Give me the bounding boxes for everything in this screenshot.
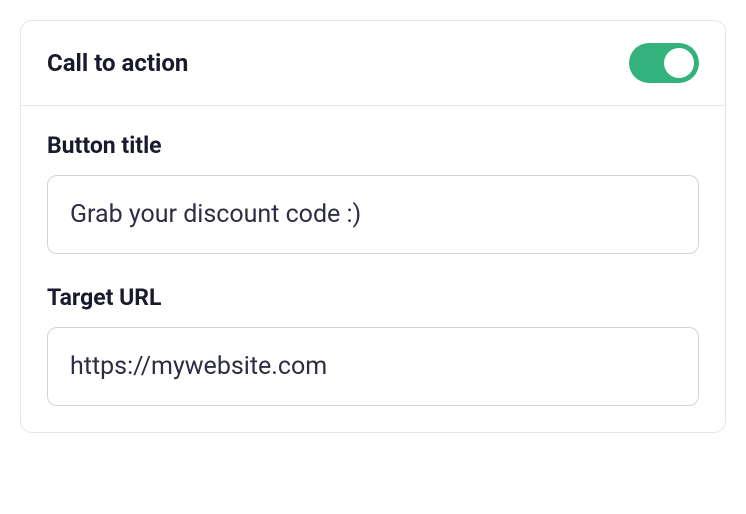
button-title-input[interactable] [47, 175, 699, 254]
target-url-input[interactable] [47, 327, 699, 406]
section-title: Call to action [47, 49, 188, 77]
card-header: Call to action [21, 21, 725, 106]
button-title-field: Button title [47, 132, 699, 254]
card-body: Button title Target URL [21, 106, 725, 432]
target-url-label: Target URL [47, 284, 699, 311]
button-title-label: Button title [47, 132, 699, 159]
target-url-field: Target URL [47, 284, 699, 406]
cta-toggle[interactable] [629, 43, 699, 83]
toggle-knob-icon [664, 48, 694, 78]
call-to-action-card: Call to action Button title Target URL [20, 20, 726, 433]
